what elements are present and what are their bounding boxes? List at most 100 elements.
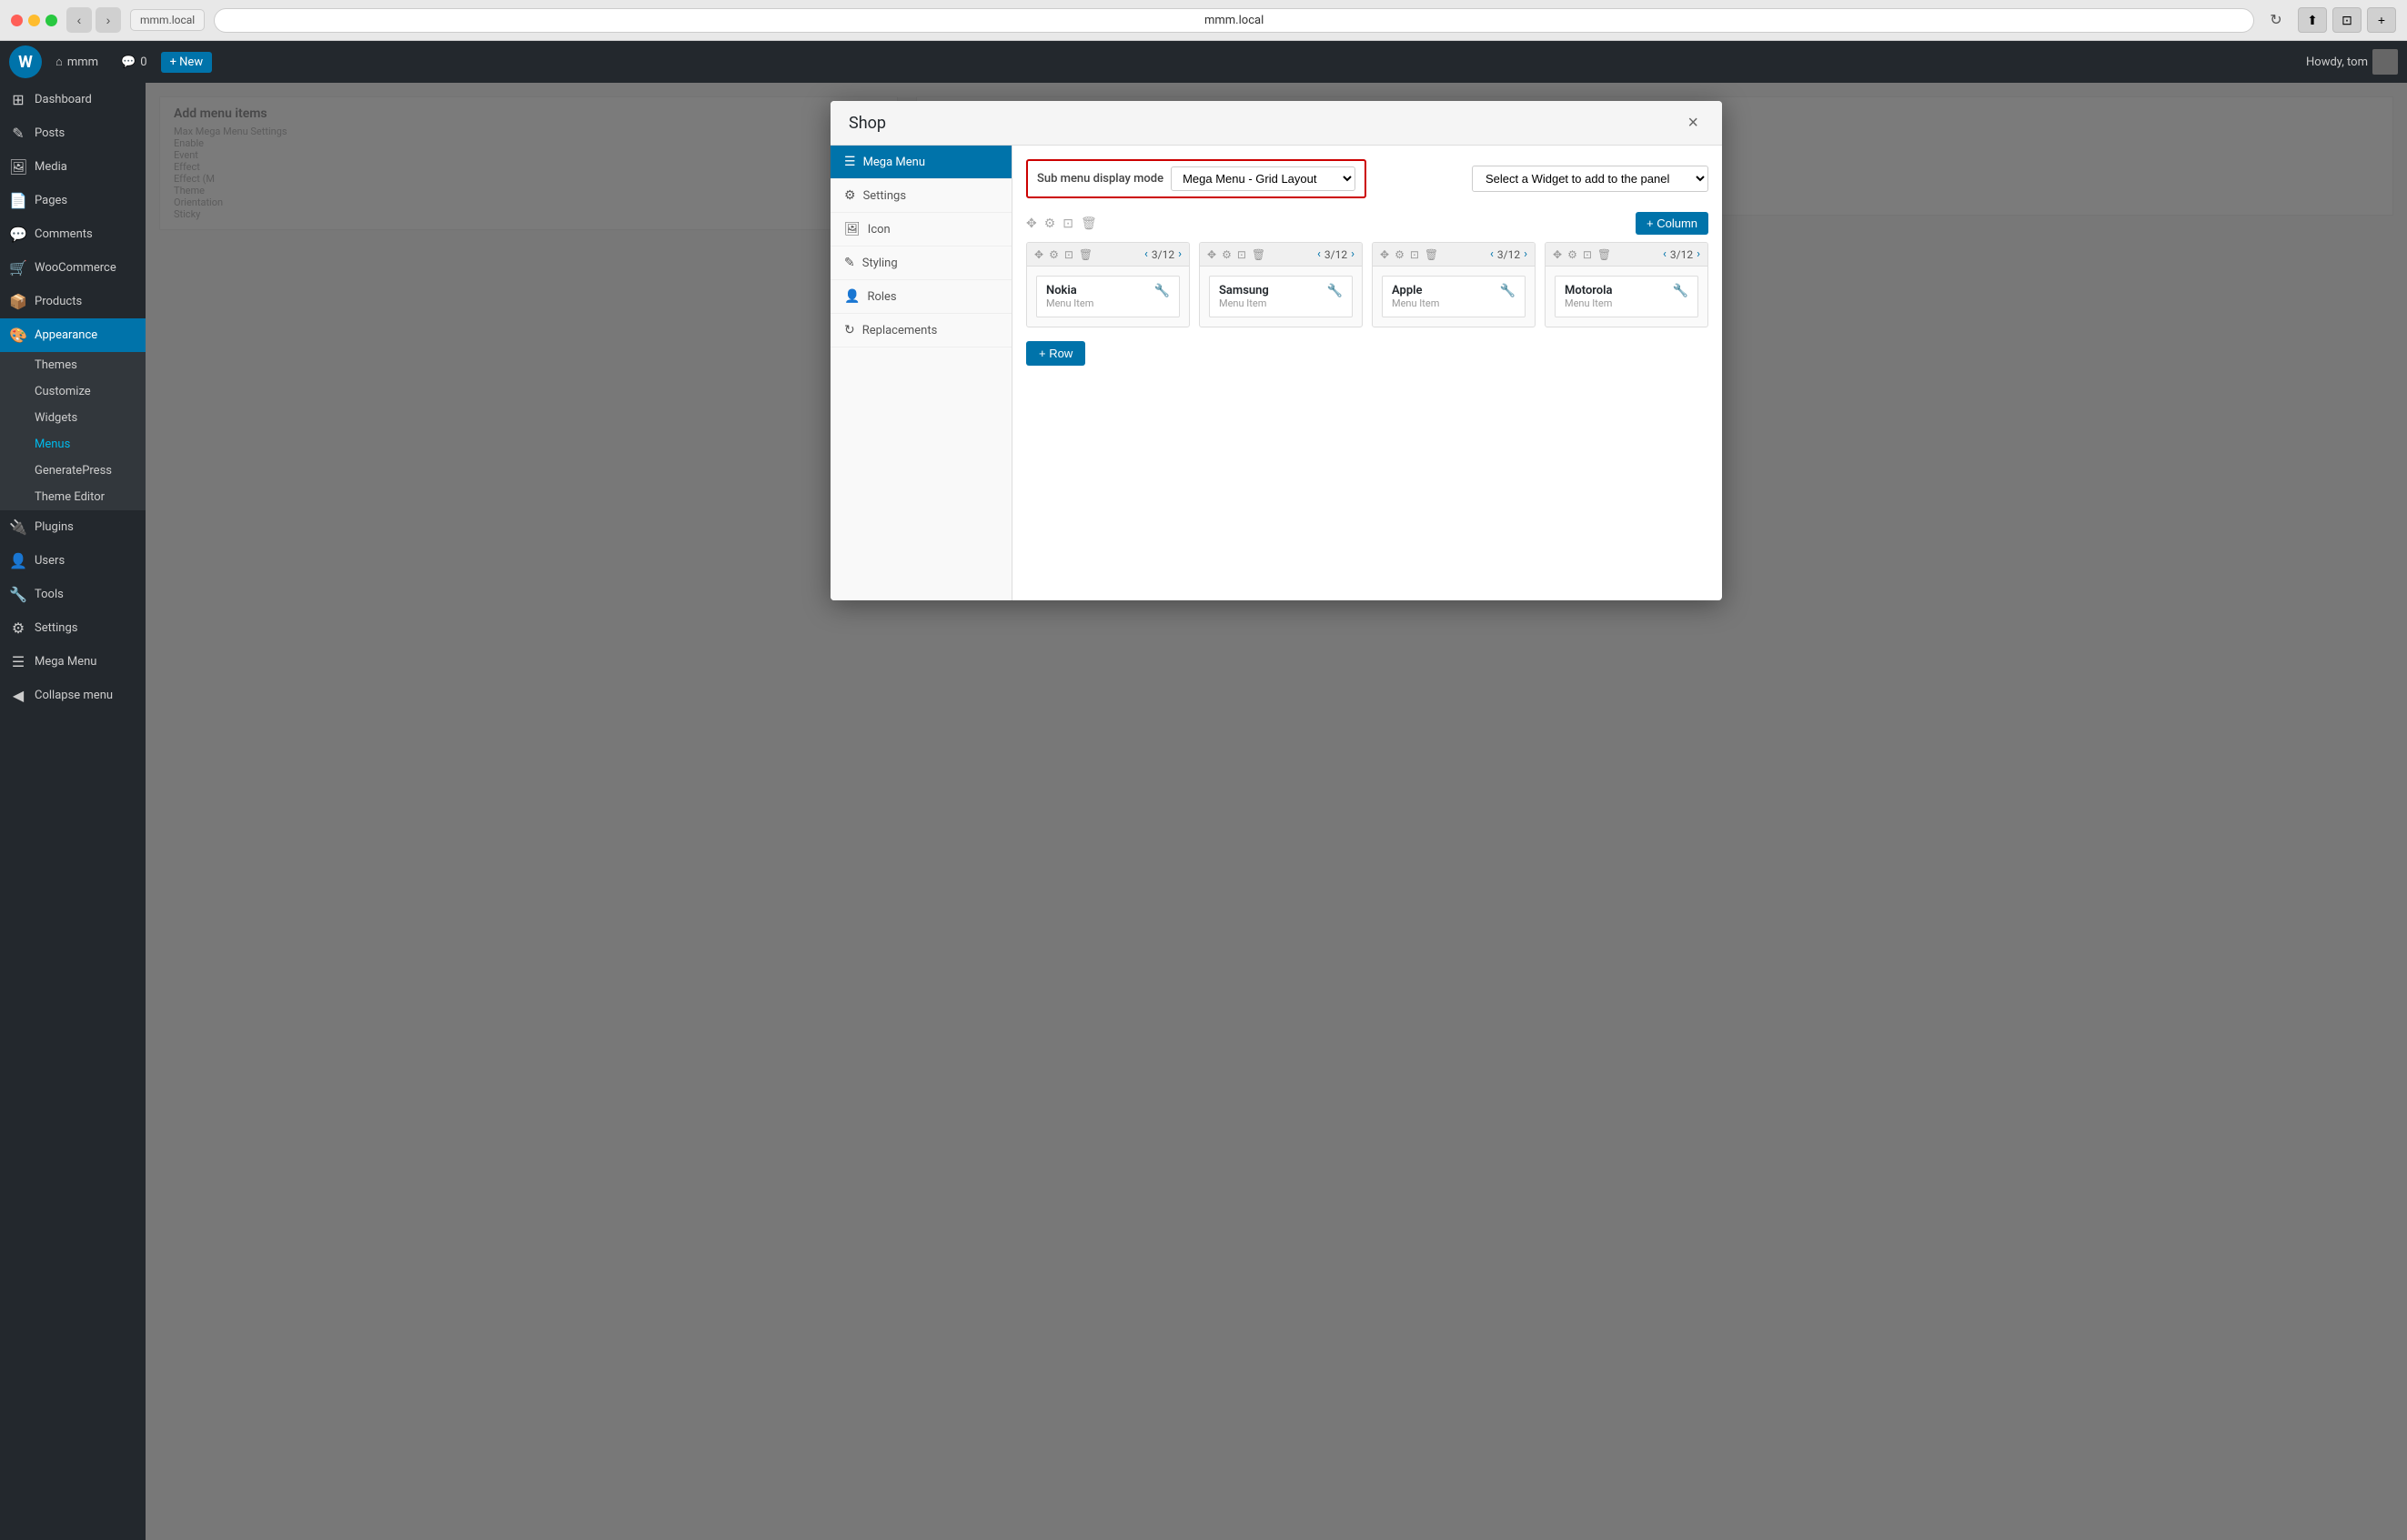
sidebar-item-woocommerce[interactable]: 🛒 WooCommerce xyxy=(0,251,146,285)
settings-tool-icon[interactable]: ⚙ xyxy=(1044,216,1056,231)
sidebar-item-customize[interactable]: Customize xyxy=(0,378,146,405)
sidebar-item-posts[interactable]: ✎ Posts xyxy=(0,116,146,150)
admin-bar-right: Howdy, tom xyxy=(2306,49,2398,75)
col-2-duplicate-icon[interactable]: ⊡ xyxy=(1237,248,1246,261)
nokia-settings-icon[interactable]: 🔧 xyxy=(1154,284,1170,298)
appearance-icon: 🎨 xyxy=(9,327,27,344)
sidebar-item-pages[interactable]: 📄 Pages xyxy=(0,184,146,217)
admin-bar-comments[interactable]: 💬 0 xyxy=(112,51,156,74)
col-4-decrease-btn[interactable]: ‹ xyxy=(1663,247,1667,261)
close-dot[interactable] xyxy=(11,15,23,26)
add-row-button[interactable]: + Row xyxy=(1026,341,1085,366)
address-bar[interactable]: mmm.local xyxy=(214,8,2254,33)
sidebar-item-settings[interactable]: ⚙ Settings xyxy=(0,611,146,645)
modal-header: Shop × xyxy=(831,101,1722,146)
wp-logo[interactable]: W xyxy=(9,45,42,78)
modal-nav-replacements[interactable]: ↻ Replacements xyxy=(831,314,1012,347)
modal-nav-icon[interactable]: 🖼 Icon xyxy=(831,213,1012,247)
col-3-decrease-btn[interactable]: ‹ xyxy=(1490,247,1494,261)
col-4-increase-btn[interactable]: › xyxy=(1697,247,1700,261)
modal-nav-mega-menu[interactable]: ☰ Mega Menu xyxy=(831,146,1012,179)
sidebar-item-mega-menu[interactable]: ☰ Mega Menu xyxy=(0,645,146,679)
collapse-icon: ◀ xyxy=(9,687,27,704)
col-2-settings-icon[interactable]: ⚙ xyxy=(1222,248,1232,261)
sidebar-item-theme-editor[interactable]: Theme Editor xyxy=(0,484,146,510)
sidebar-item-plugins[interactable]: 🔌 Plugins xyxy=(0,510,146,544)
modal-close-button[interactable]: × xyxy=(1682,112,1704,134)
sidebar-item-products[interactable]: 📦 Products xyxy=(0,285,146,318)
admin-avatar[interactable] xyxy=(2372,49,2398,75)
sidebar-item-comments[interactable]: 💬 Comments xyxy=(0,217,146,251)
sub-menu-select[interactable]: Mega Menu - Grid Layout Mega Menu - Flyo… xyxy=(1171,166,1355,191)
duplicate-tool-icon[interactable]: ⊡ xyxy=(1063,216,1073,231)
modal-nav-roles[interactable]: 👤 Roles xyxy=(831,280,1012,314)
modal-controls: Sub menu display mode Mega Menu - Grid L… xyxy=(1026,159,1708,198)
col-4-move-icon[interactable]: ✥ xyxy=(1553,248,1562,261)
apple-settings-icon[interactable]: 🔧 xyxy=(1500,284,1516,298)
move-tool-icon[interactable]: ✥ xyxy=(1026,216,1037,231)
col-1-duplicate-icon[interactable]: ⊡ xyxy=(1064,248,1073,261)
col-4-delete-icon[interactable]: 🗑 xyxy=(1597,248,1611,261)
col-2-decrease-btn[interactable]: ‹ xyxy=(1317,247,1321,261)
sidebar-item-themes[interactable]: Themes xyxy=(0,352,146,378)
col-1-move-icon[interactable]: ✥ xyxy=(1034,248,1043,261)
admin-bar-new-button[interactable]: + New xyxy=(161,52,213,73)
column-card-1: ✥ ⚙ ⊡ 🗑 ‹ 3/12 › xyxy=(1026,242,1190,327)
minimize-dot[interactable] xyxy=(28,15,40,26)
share-button[interactable]: ⬆ xyxy=(2298,7,2327,33)
col-2-increase-btn[interactable]: › xyxy=(1351,247,1355,261)
sidebar-item-collapse[interactable]: ◀ Collapse menu xyxy=(0,679,146,712)
sidebar-item-menus[interactable]: Menus xyxy=(0,431,146,458)
col-3-settings-icon[interactable]: ⚙ xyxy=(1395,248,1405,261)
sidebar-item-media[interactable]: 🖼 Media xyxy=(0,150,146,184)
col-4-duplicate-icon[interactable]: ⊡ xyxy=(1583,248,1592,261)
browser-nav: ‹ › xyxy=(66,7,121,33)
sidebar-item-tools[interactable]: 🔧 Tools xyxy=(0,578,146,611)
window-button[interactable]: ⊡ xyxy=(2332,7,2362,33)
shop-modal: Shop × ☰ Mega Menu ⚙ Settings xyxy=(831,101,1722,600)
pages-icon: 📄 xyxy=(9,192,27,209)
col-3-duplicate-icon[interactable]: ⊡ xyxy=(1410,248,1419,261)
modal-body: ☰ Mega Menu ⚙ Settings 🖼 Icon ✎ xyxy=(831,146,1722,600)
modal-nav-styling[interactable]: ✎ Styling xyxy=(831,247,1012,280)
sidebar-item-generatepress[interactable]: GeneratePress xyxy=(0,458,146,484)
widget-select[interactable]: Select a Widget to add to the panel xyxy=(1472,166,1708,192)
settings-icon: ⚙ xyxy=(9,619,27,637)
maximize-dot[interactable] xyxy=(45,15,57,26)
col-4-settings-icon[interactable]: ⚙ xyxy=(1567,248,1577,261)
browser-actions: ⬆ ⊡ + xyxy=(2298,7,2396,33)
col-1-delete-icon[interactable]: 🗑 xyxy=(1079,248,1093,261)
sidebar-item-users[interactable]: 👤 Users xyxy=(0,544,146,578)
col-4-size: 3/12 xyxy=(1670,248,1693,261)
sidebar-item-dashboard[interactable]: ⊞ Dashboard xyxy=(0,83,146,116)
samsung-settings-icon[interactable]: 🔧 xyxy=(1327,284,1343,298)
modal-overlay[interactable]: Shop × ☰ Mega Menu ⚙ Settings xyxy=(146,83,2407,1540)
col-1-decrease-btn[interactable]: ‹ xyxy=(1144,247,1148,261)
col-1-increase-btn[interactable]: › xyxy=(1178,247,1182,261)
col-2-delete-icon[interactable]: 🗑 xyxy=(1252,248,1265,261)
col-4-tools: ✥ ⚙ ⊡ 🗑 xyxy=(1553,248,1611,261)
motorola-settings-icon[interactable]: 🔧 xyxy=(1673,284,1688,298)
sub-menu-mode-group: Sub menu display mode Mega Menu - Grid L… xyxy=(1026,159,1366,198)
column-4-content: Motorola Menu Item 🔧 xyxy=(1546,267,1707,327)
browser-tab[interactable]: mmm.local xyxy=(130,9,205,31)
back-button[interactable]: ‹ xyxy=(66,7,92,33)
col-2-size-control: ‹ 3/12 › xyxy=(1317,247,1355,261)
refresh-button[interactable]: ↻ xyxy=(2263,7,2289,33)
column-2-content: Samsung Menu Item 🔧 xyxy=(1200,267,1362,327)
col-2-move-icon[interactable]: ✥ xyxy=(1207,248,1216,261)
modal-sidebar: ☰ Mega Menu ⚙ Settings 🖼 Icon ✎ xyxy=(831,146,1012,600)
col-1-settings-icon[interactable]: ⚙ xyxy=(1049,248,1059,261)
admin-bar-site[interactable]: ⌂ mmm xyxy=(46,50,107,74)
fullscreen-button[interactable]: + xyxy=(2367,7,2396,33)
col-3-increase-btn[interactable]: › xyxy=(1524,247,1527,261)
add-column-button[interactable]: + Column xyxy=(1636,212,1708,235)
forward-button[interactable]: › xyxy=(96,7,121,33)
sidebar-item-appearance[interactable]: 🎨 Appearance xyxy=(0,318,146,352)
modal-nav-settings[interactable]: ⚙ Settings xyxy=(831,179,1012,213)
col-3-move-icon[interactable]: ✥ xyxy=(1380,248,1389,261)
sidebar-item-widgets[interactable]: Widgets xyxy=(0,405,146,431)
delete-tool-icon[interactable]: 🗑 xyxy=(1081,216,1097,231)
col-3-size-control: ‹ 3/12 › xyxy=(1490,247,1527,261)
col-3-delete-icon[interactable]: 🗑 xyxy=(1425,248,1438,261)
